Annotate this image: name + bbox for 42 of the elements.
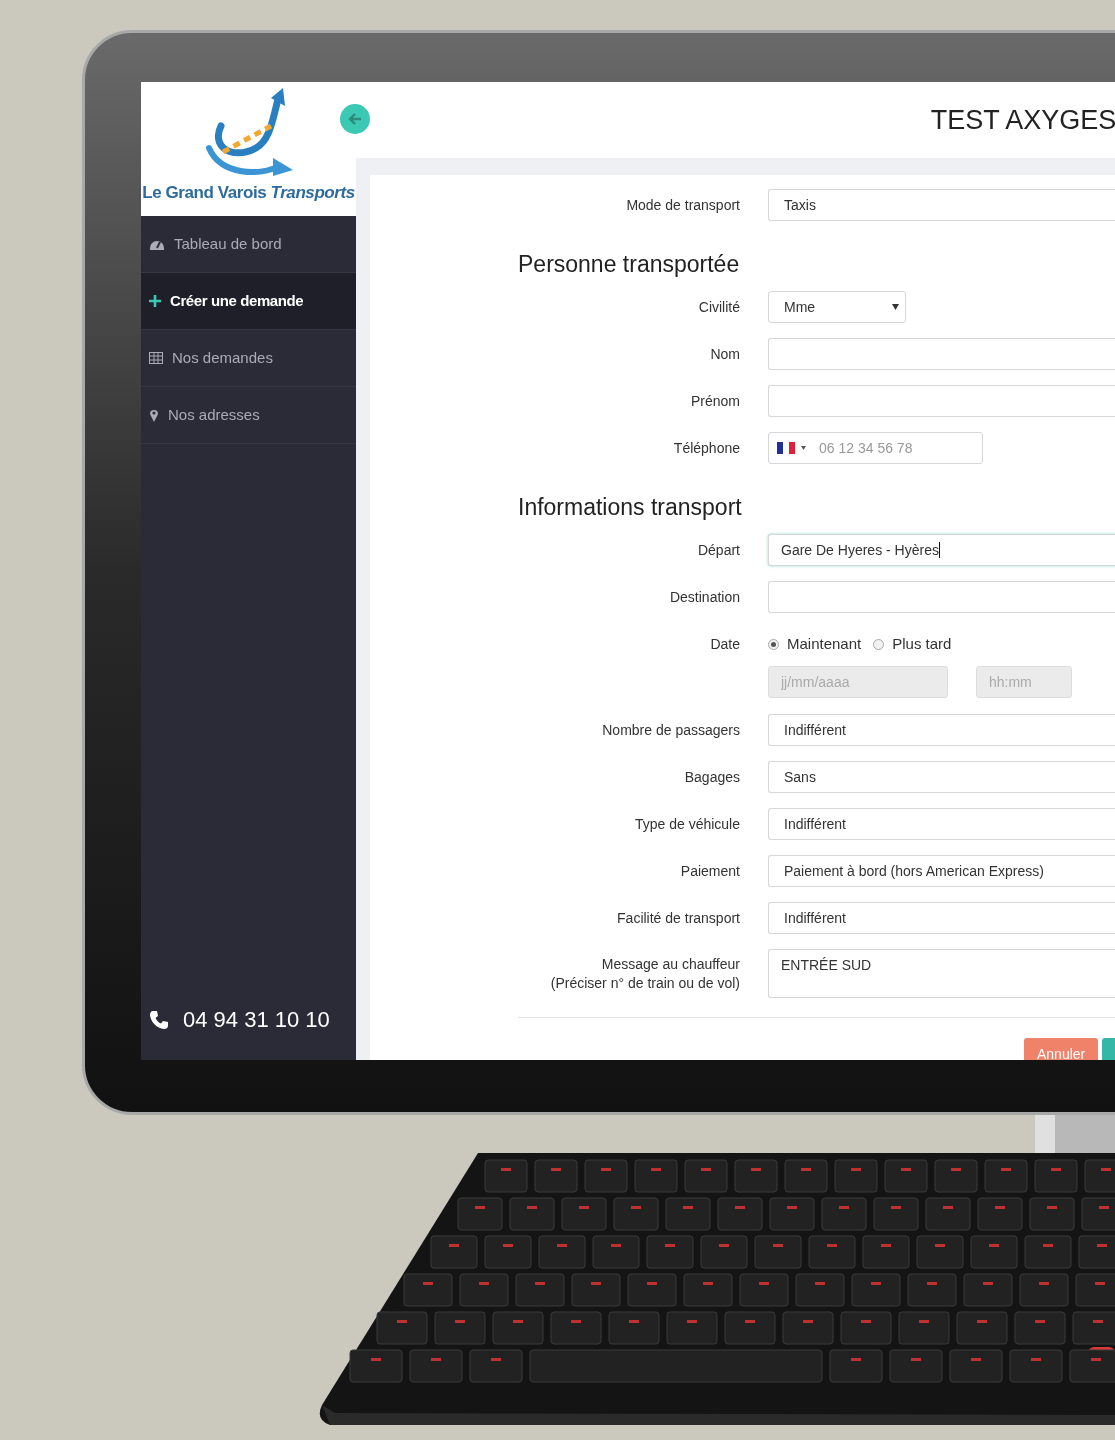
field-label: Message au chauffeur <box>601 955 740 974</box>
plus-icon <box>149 295 161 307</box>
field-label: Paiement <box>680 862 740 879</box>
flag-icon <box>777 442 795 454</box>
field-label: Facilité de transport <box>617 909 740 926</box>
table-icon <box>149 352 163 364</box>
field-label: Civilité <box>698 298 740 315</box>
page-title: TEST AXYGES <box>930 103 1115 137</box>
caret-icon <box>801 446 806 450</box>
sidebar-item[interactable]: Créer une demande <box>141 273 356 330</box>
select-field[interactable]: Taxis <box>768 189 1115 221</box>
message-field[interactable]: ENTRÉE SUD <box>768 949 1115 998</box>
field-label: Destination <box>669 588 740 605</box>
caret-icon <box>892 304 899 310</box>
select-field[interactable]: Paiement à bord (hors American Express) <box>768 855 1115 887</box>
field-label: Bagages <box>684 768 740 785</box>
map-pin-icon <box>149 408 159 422</box>
phone-field[interactable]: 06 12 34 56 78 <box>768 432 983 464</box>
field-label: Téléphone <box>673 439 740 456</box>
field-label: Type de véhicule <box>634 815 740 832</box>
phone-icon <box>149 1009 169 1030</box>
text-field[interactable]: Gare De Hyeres - Hyères <box>768 534 1115 566</box>
field-label: Date <box>710 635 740 652</box>
phone-number: 04 94 31 10 10 <box>183 1006 330 1034</box>
field-label: Départ <box>697 541 740 558</box>
select-field[interactable]: Indifférent <box>768 902 1115 934</box>
text-field[interactable] <box>768 338 1115 370</box>
select-field[interactable]: Indifférent <box>768 714 1115 746</box>
field-label: Nombre de passagers <box>602 721 740 738</box>
select-field[interactable]: Indifférent <box>768 808 1115 840</box>
field-label: Mode de transport <box>626 196 740 213</box>
field-label: Prénom <box>690 392 740 409</box>
field-hint: (Préciser n° de train ou de vol) <box>550 974 740 993</box>
text-field[interactable] <box>768 581 1115 613</box>
section-heading: Personne transportée <box>518 249 740 279</box>
brand-name: Le Grand Varois Transports <box>142 182 355 204</box>
dropdown[interactable]: Mme <box>768 291 906 323</box>
field-label: Nom <box>710 345 740 362</box>
text-field[interactable] <box>768 385 1115 417</box>
select-field[interactable]: Sans <box>768 761 1115 793</box>
arrow-left-icon <box>348 113 362 125</box>
section-heading: Informations transport <box>518 492 742 522</box>
